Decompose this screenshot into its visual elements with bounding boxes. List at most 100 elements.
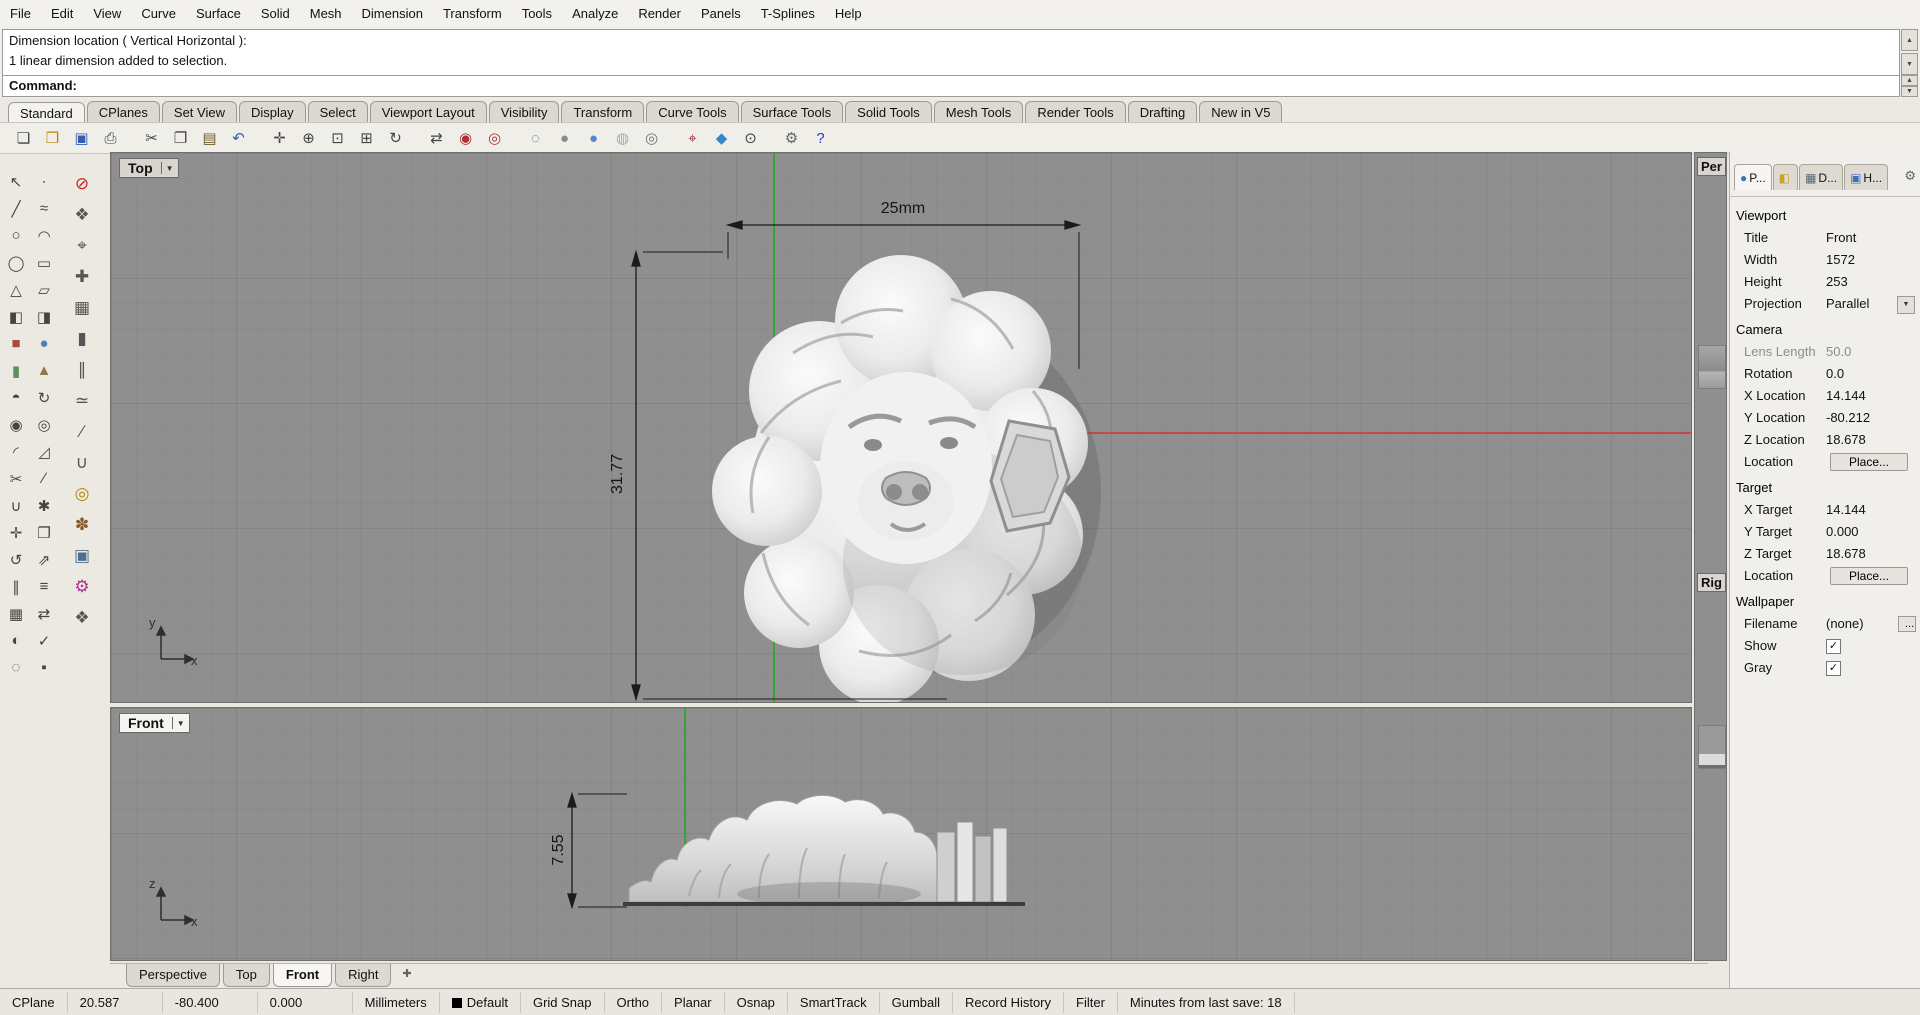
cone-icon[interactable]: ▲ xyxy=(30,357,58,384)
array-icon[interactable]: ▦ xyxy=(2,600,30,627)
toggle-filter[interactable]: Filter xyxy=(1064,991,1118,1013)
cage-edit-icon[interactable]: ▦ xyxy=(66,292,98,323)
trim-icon[interactable]: ✂ xyxy=(2,465,30,492)
zoom-lens-icon[interactable]: ◎ xyxy=(66,478,98,509)
viewport-label-right[interactable]: Rig xyxy=(1697,573,1726,592)
menu-panels[interactable]: Panels xyxy=(691,2,751,25)
toggle-smarttrack[interactable]: SmartTrack xyxy=(788,991,880,1013)
wireframe-display-icon[interactable]: ◌ xyxy=(522,125,549,152)
toggle-osnap[interactable]: Osnap xyxy=(725,991,788,1013)
join-icon[interactable]: ∪ xyxy=(2,492,30,519)
toolbar-tab-display[interactable]: Display xyxy=(238,101,306,122)
shaded-display-icon[interactable]: ● xyxy=(551,125,578,152)
zoom-window-icon[interactable]: ⊡ xyxy=(324,125,351,152)
rotate-view-icon[interactable]: ↻ xyxy=(382,125,409,152)
toolbar-tab-transform[interactable]: Transform xyxy=(561,101,645,122)
menu-solid[interactable]: Solid xyxy=(251,2,300,25)
toolbar-tab-set-view[interactable]: Set View xyxy=(161,101,237,122)
render-preview-icon[interactable]: ◎ xyxy=(481,125,508,152)
move-object-icon[interactable]: ✛ xyxy=(2,519,30,546)
toolbar-tab-viewport-layout[interactable]: Viewport Layout xyxy=(369,101,487,122)
manipulator-icon[interactable]: ✚ xyxy=(66,261,98,292)
dimension-text-width[interactable]: 25mm xyxy=(803,200,1003,218)
plane-icon[interactable]: ▱ xyxy=(30,276,58,303)
chamfer-icon[interactable]: ◿ xyxy=(30,438,58,465)
place-button[interactable]: Place... xyxy=(1830,567,1908,585)
menu-dimension[interactable]: Dimension xyxy=(352,2,433,25)
match-surface-icon[interactable]: ≃ xyxy=(66,385,98,416)
paste-icon[interactable]: ▤ xyxy=(196,125,223,152)
prop-value-height[interactable]: 253 xyxy=(1826,271,1848,293)
zoom-extents-icon[interactable]: ⊞ xyxy=(353,125,380,152)
place-button[interactable]: Place... xyxy=(1830,453,1908,471)
rendered-display-icon[interactable]: ● xyxy=(580,125,607,152)
prop-value-x-location[interactable]: 14.144 xyxy=(1826,385,1866,407)
toolbar-tab-select[interactable]: Select xyxy=(307,101,368,122)
toolbar-tab-solid-tools[interactable]: Solid Tools xyxy=(845,101,932,122)
offset-icon[interactable]: ≡ xyxy=(30,573,58,600)
cut-icon[interactable]: ✂ xyxy=(138,125,165,152)
viewport-label-top[interactable]: Top ▼ xyxy=(119,158,179,178)
object-snap-icon[interactable]: ⌖ xyxy=(679,125,706,152)
toolbar-tab-new-in-v5[interactable]: New in V5 xyxy=(1199,101,1283,122)
prop-value-width[interactable]: 1572 xyxy=(1826,249,1855,271)
rectangle-icon[interactable]: ▭ xyxy=(30,249,58,276)
menu-t-splines[interactable]: T-Splines xyxy=(751,2,825,25)
dimension-text-front-height[interactable]: 7.55 xyxy=(550,810,568,890)
current-layer-display[interactable]: Default xyxy=(440,991,521,1013)
panel-tab-properties[interactable]: ● P... xyxy=(1734,164,1772,190)
toggle-gumball[interactable]: Gumball xyxy=(880,991,954,1013)
prop-value-rotation[interactable]: 0.0 xyxy=(1826,363,1844,385)
ellipse-icon[interactable]: ◯ xyxy=(2,249,30,276)
menu-transform[interactable]: Transform xyxy=(433,2,512,25)
command-history[interactable]: Dimension location ( Vertical Horizontal… xyxy=(2,29,1900,76)
undo-icon[interactable]: ↶ xyxy=(225,125,252,152)
options-gear-icon[interactable]: ⚙ xyxy=(778,125,805,152)
hide-object-icon[interactable]: ◌ xyxy=(2,654,30,681)
toggle-ortho[interactable]: Ortho xyxy=(605,991,663,1013)
toolbar-tab-curve-tools[interactable]: Curve Tools xyxy=(646,101,739,122)
prop-value-y-target[interactable]: 0.000 xyxy=(1826,521,1859,543)
help-icon[interactable]: ? xyxy=(807,125,834,152)
prop-value-x-target[interactable]: 14.144 xyxy=(1826,499,1866,521)
toolbar-tab-render-tools[interactable]: Render Tools xyxy=(1025,101,1126,122)
viewport-tab-perspective[interactable]: Perspective xyxy=(126,964,220,987)
pipe-icon[interactable]: ▮ xyxy=(66,323,98,354)
right-view-thumbnail[interactable] xyxy=(1698,725,1726,769)
menu-mesh[interactable]: Mesh xyxy=(300,2,352,25)
boolean-union-icon[interactable]: ◉ xyxy=(2,411,30,438)
scroll-down-button[interactable]: ▼ xyxy=(1901,53,1918,75)
analyze-direction-icon[interactable]: ✓ xyxy=(30,627,58,654)
polyline-icon[interactable]: ╱ xyxy=(2,195,30,222)
perspective-thumbnail[interactable] xyxy=(1698,345,1726,389)
zoom-dynamic-icon[interactable]: ⊕ xyxy=(295,125,322,152)
command-history-scrollbar[interactable]: ▲ ▼ xyxy=(1901,29,1918,75)
arc-icon[interactable]: ◠ xyxy=(30,222,58,249)
menu-render[interactable]: Render xyxy=(628,2,691,25)
fillet-icon[interactable]: ◜ xyxy=(2,438,30,465)
toggle-record-history[interactable]: Record History xyxy=(953,991,1065,1013)
toolbar-tab-mesh-tools[interactable]: Mesh Tools xyxy=(933,101,1024,122)
settings-gear-icon[interactable]: ⚙ xyxy=(66,571,98,602)
explode-icon[interactable]: ✱ xyxy=(30,492,58,519)
orient-icon[interactable]: ⇄ xyxy=(30,600,58,627)
toolbar-tab-surface-tools[interactable]: Surface Tools xyxy=(740,101,844,122)
surface-sweep-icon[interactable]: ◨ xyxy=(30,303,58,330)
panel-tab-layers[interactable]: ◧ xyxy=(1772,164,1799,190)
snapshot-icon[interactable]: ▣ xyxy=(66,540,98,571)
xray-display-icon[interactable]: ◎ xyxy=(638,125,665,152)
circle-icon[interactable]: ○ xyxy=(2,222,30,249)
cplane-button[interactable]: CPlane xyxy=(0,991,68,1013)
scale-object-icon[interactable]: ⇗ xyxy=(30,546,58,573)
toolbar-tab-visibility[interactable]: Visibility xyxy=(488,101,560,122)
toggle-planar[interactable]: Planar xyxy=(662,991,725,1013)
new-file-icon[interactable]: ❏ xyxy=(10,125,37,152)
viewport-menu-arrow-icon[interactable]: ▼ xyxy=(160,162,178,174)
weld-points-icon[interactable]: ∪ xyxy=(66,447,98,478)
prop-projection-dropdown-button[interactable]: ▼ xyxy=(1897,296,1915,314)
dimension-text-height[interactable]: 31.77 xyxy=(609,429,627,519)
revolve-icon[interactable]: ↻ xyxy=(30,384,58,411)
collapsed-viewports-strip[interactable]: Per Rig xyxy=(1694,152,1727,961)
prop-value-z-location[interactable]: 18.678 xyxy=(1826,429,1866,451)
render-icon[interactable]: ◉ xyxy=(452,125,479,152)
